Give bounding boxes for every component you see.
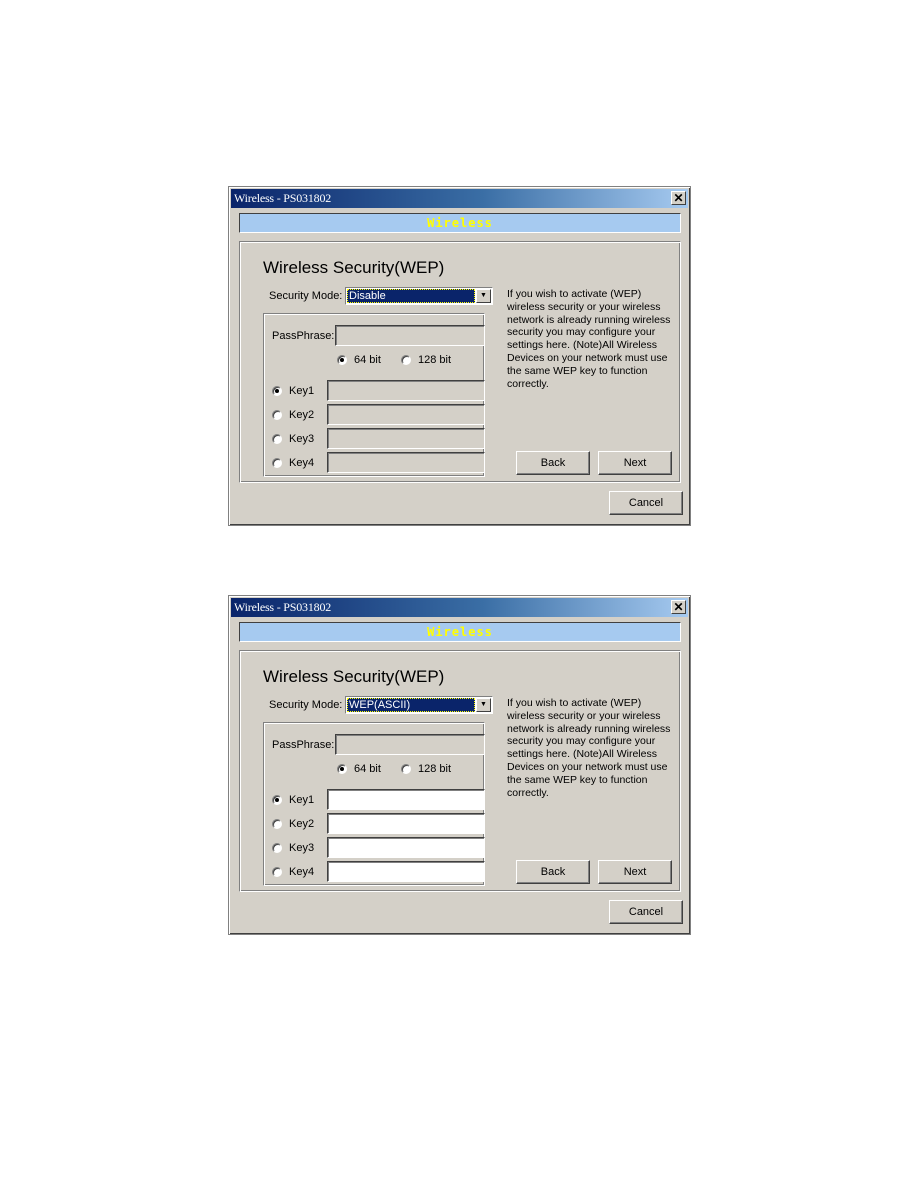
banner-title: Wireless xyxy=(427,625,493,639)
wireless-dialog-wep-ascii: Wireless - PS031802 ✕ Wireless Wireless … xyxy=(228,595,691,935)
radio-key2[interactable]: Key2 xyxy=(272,409,314,421)
security-mode-value: Disable xyxy=(347,289,475,303)
radio-key1[interactable]: Key1 xyxy=(272,385,314,397)
key3-input xyxy=(327,428,485,449)
title-bar[interactable]: Wireless - PS031802 ✕ xyxy=(231,598,688,617)
radio-key3[interactable]: Key3 xyxy=(272,842,314,854)
radio-unchecked-icon xyxy=(272,819,282,829)
chevron-down-icon: ▼ xyxy=(480,292,487,299)
back-button[interactable]: Back xyxy=(516,860,590,884)
next-button[interactable]: Next xyxy=(598,451,672,475)
radio-128-bit-label: 128 bit xyxy=(418,354,452,366)
radio-unchecked-icon xyxy=(272,458,282,468)
key4-input[interactable] xyxy=(327,861,485,882)
key4-label: Key4 xyxy=(289,866,315,878)
radio-key3[interactable]: Key3 xyxy=(272,433,314,445)
security-mode-select[interactable]: WEP(ASCII) ▼ xyxy=(345,696,493,714)
radio-key4[interactable]: Key4 xyxy=(272,866,314,878)
security-mode-label: Security Mode: xyxy=(269,699,343,711)
key1-label: Key1 xyxy=(289,794,315,806)
radio-64-bit-label: 64 bit xyxy=(354,354,381,366)
radio-checked-icon xyxy=(272,386,282,396)
key2-label: Key2 xyxy=(289,409,315,421)
security-panel: Wireless Security(WEP) Security Mode: WE… xyxy=(239,650,681,892)
key1-input xyxy=(327,380,485,401)
key3-label: Key3 xyxy=(289,842,315,854)
back-button[interactable]: Back xyxy=(516,451,590,475)
cancel-button[interactable]: Cancel xyxy=(609,491,683,515)
page-title: Wireless Security(WEP) xyxy=(263,258,445,277)
radio-64-bit[interactable]: 64 bit xyxy=(337,354,381,366)
security-mode-label: Security Mode: xyxy=(269,290,343,302)
radio-unchecked-icon xyxy=(401,764,411,774)
next-button[interactable]: Next xyxy=(598,860,672,884)
wep-key-group: PassPhrase: 64 bit 128 bit Key1 Key2 Key… xyxy=(263,722,485,886)
security-panel: Wireless Security(WEP) Security Mode: Di… xyxy=(239,241,681,483)
wireless-banner: Wireless xyxy=(239,213,681,233)
radio-key2[interactable]: Key2 xyxy=(272,818,314,830)
passphrase-label: PassPhrase: xyxy=(272,330,335,342)
info-text: If you wish to activate (WEP) wireless s… xyxy=(507,697,671,799)
cancel-button[interactable]: Cancel xyxy=(609,900,683,924)
radio-key1[interactable]: Key1 xyxy=(272,794,314,806)
wep-key-group: PassPhrase: 64 bit 128 bit Key1 Key2 Key… xyxy=(263,313,485,477)
radio-checked-icon xyxy=(272,795,282,805)
chevron-down-icon: ▼ xyxy=(480,701,487,708)
radio-unchecked-icon xyxy=(272,434,282,444)
key2-input xyxy=(327,404,485,425)
radio-unchecked-icon xyxy=(401,355,411,365)
radio-checked-icon xyxy=(337,764,347,774)
radio-checked-icon xyxy=(337,355,347,365)
radio-key4[interactable]: Key4 xyxy=(272,457,314,469)
key2-label: Key2 xyxy=(289,818,315,830)
key1-label: Key1 xyxy=(289,385,315,397)
dropdown-button[interactable]: ▼ xyxy=(476,698,491,712)
banner-title: Wireless xyxy=(427,216,493,230)
passphrase-label: PassPhrase: xyxy=(272,739,335,751)
key4-input xyxy=(327,452,485,473)
key3-input[interactable] xyxy=(327,837,485,858)
window-title: Wireless - PS031802 xyxy=(234,600,332,614)
close-button[interactable]: ✕ xyxy=(671,600,686,614)
radio-unchecked-icon xyxy=(272,867,282,877)
radio-64-bit-label: 64 bit xyxy=(354,763,381,775)
close-icon: ✕ xyxy=(673,600,684,614)
wireless-dialog-disable: Wireless - PS031802 ✕ Wireless Wireless … xyxy=(228,186,691,526)
radio-128-bit[interactable]: 128 bit xyxy=(401,763,451,775)
info-text: If you wish to activate (WEP) wireless s… xyxy=(507,288,671,390)
radio-unchecked-icon xyxy=(272,410,282,420)
radio-128-bit-label: 128 bit xyxy=(418,763,452,775)
window-title: Wireless - PS031802 xyxy=(234,191,332,205)
title-bar[interactable]: Wireless - PS031802 ✕ xyxy=(231,189,688,208)
wireless-banner: Wireless xyxy=(239,622,681,642)
key4-label: Key4 xyxy=(289,457,315,469)
key1-input[interactable] xyxy=(327,789,485,810)
close-icon: ✕ xyxy=(673,191,684,205)
page-title: Wireless Security(WEP) xyxy=(263,667,445,686)
key3-label: Key3 xyxy=(289,433,315,445)
passphrase-input xyxy=(335,734,485,755)
close-button[interactable]: ✕ xyxy=(671,191,686,205)
passphrase-input xyxy=(335,325,485,346)
dropdown-button[interactable]: ▼ xyxy=(476,289,491,303)
security-mode-value: WEP(ASCII) xyxy=(347,698,475,712)
radio-64-bit[interactable]: 64 bit xyxy=(337,763,381,775)
security-mode-select[interactable]: Disable ▼ xyxy=(345,287,493,305)
radio-unchecked-icon xyxy=(272,843,282,853)
key2-input[interactable] xyxy=(327,813,485,834)
radio-128-bit[interactable]: 128 bit xyxy=(401,354,451,366)
